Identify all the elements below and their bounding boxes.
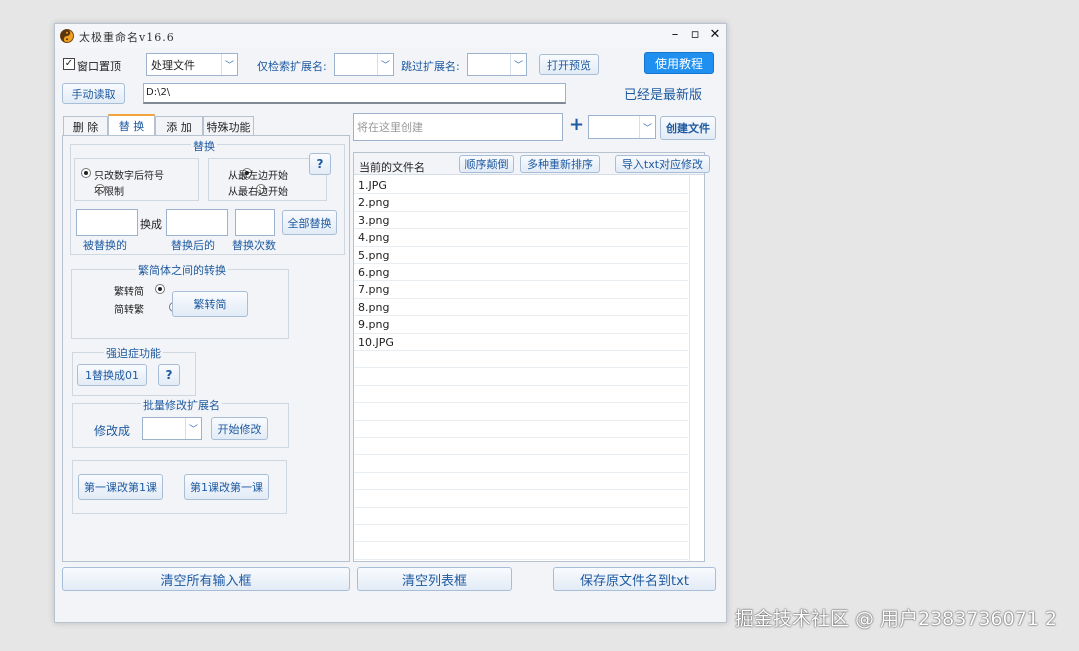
list-item[interactable]: 10.JPG	[354, 334, 688, 351]
lesson-num-to-cn-button[interactable]: 第1课改第一课	[184, 474, 269, 500]
from-left-label: 从最左边开始	[228, 171, 288, 182]
list-item[interactable]	[354, 351, 688, 369]
no-limit-label: 不限制	[94, 187, 124, 198]
reverse-order-button[interactable]: 顺序颠倒	[459, 155, 514, 173]
list-item[interactable]: 4.png	[354, 229, 688, 247]
close-icon[interactable]: ✕	[707, 27, 723, 43]
trad-to-simp-label: 繁转简	[114, 287, 144, 298]
list-item[interactable]	[354, 368, 688, 386]
list-item[interactable]: 1.JPG	[354, 177, 688, 195]
ext-select[interactable]: ﹀	[142, 417, 202, 440]
import-txt-button[interactable]: 导入txt对应修改	[615, 155, 710, 173]
path-field[interactable]: D:\2\	[143, 83, 566, 104]
replace-all-button[interactable]: 全部替换	[282, 210, 337, 235]
replace-group-title: 替换	[191, 138, 217, 154]
change-to-ext-label: 修改成	[94, 424, 131, 438]
ocd-title: 强迫症功能	[104, 345, 163, 361]
list-item[interactable]	[354, 421, 688, 438]
trad-to-simp-radio[interactable]	[155, 284, 165, 294]
taiji-logo-icon	[60, 29, 74, 43]
list-item[interactable]	[354, 508, 688, 525]
convert-button[interactable]: 繁转简	[172, 291, 248, 317]
chevron-down-icon: ﹀	[185, 418, 201, 439]
digits-only-radio[interactable]	[81, 168, 91, 178]
mode-select-value: 处理文件	[151, 58, 195, 72]
list-item[interactable]	[354, 403, 688, 421]
tab-add[interactable]: 添 加	[155, 116, 203, 136]
chevron-down-icon: ﹀	[639, 116, 655, 138]
chevron-down-icon: ﹀	[221, 54, 237, 75]
list-item[interactable]	[354, 490, 688, 508]
open-preview-button[interactable]: 打开预览	[539, 54, 599, 75]
from-right-label: 从最右边开始	[228, 187, 288, 198]
create-ext-select[interactable]: ﹀	[588, 115, 656, 139]
scrollbar-track[interactable]	[689, 175, 690, 561]
tab-replace[interactable]: 替 换	[108, 114, 155, 136]
list-item[interactable]: 2.png	[354, 194, 688, 212]
only-ext-select[interactable]: ﹀	[334, 53, 394, 76]
ocd-help-button[interactable]: ?	[158, 364, 180, 386]
replace-times-input[interactable]	[235, 209, 275, 236]
minimize-icon[interactable]: –	[667, 27, 683, 43]
window-title: 太极重命名v16.6	[79, 31, 175, 44]
list-item[interactable]	[354, 455, 688, 473]
list-item[interactable]	[354, 542, 688, 560]
always-on-top-label: 窗口置顶	[77, 60, 121, 73]
list-item[interactable]	[354, 438, 688, 456]
skip-ext-select[interactable]: ﹀	[467, 53, 527, 76]
replacement-text-input[interactable]	[166, 209, 228, 236]
maximize-icon[interactable]: ▫	[687, 27, 703, 43]
mode-select[interactable]: 处理文件 ﹀	[146, 53, 238, 76]
pad-zero-button[interactable]: 1替换成01	[77, 364, 147, 386]
chevron-down-icon: ﹀	[510, 54, 526, 75]
list-item[interactable]: 5.png	[354, 247, 688, 264]
clear-list-button[interactable]: 清空列表框	[357, 567, 512, 591]
replaced-text-input[interactable]	[76, 209, 138, 236]
title-bar: 太极重命名v16.6 – ▫ ✕	[55, 24, 726, 48]
change-to-label: 换成	[140, 218, 162, 231]
skip-ext-label: 跳过扩展名:	[401, 60, 460, 73]
list-item[interactable]	[354, 473, 688, 491]
watermark: 掘金技术社区 @ 用户2383736071 2	[734, 608, 1057, 630]
list-item[interactable]: 9.png	[354, 316, 688, 334]
current-filename-header: 当前的文件名	[359, 161, 425, 174]
start-change-ext-button[interactable]: 开始修改	[211, 417, 268, 440]
manual-read-button[interactable]: 手动读取	[62, 83, 125, 104]
create-file-button[interactable]: 创建文件	[660, 116, 716, 140]
tab-special[interactable]: 特殊功能	[203, 116, 254, 136]
after-label: 替换后的	[171, 239, 215, 252]
plus-icon: +	[569, 114, 585, 135]
list-item[interactable]: 3.png	[354, 212, 688, 230]
only-ext-label: 仅检索扩展名:	[257, 60, 327, 73]
left-panel: 替换 只改数字后符号 不限制 从最左边开始 从最右边开始 ? 换成 全部替换 被…	[62, 135, 350, 562]
list-item[interactable]: 8.png	[354, 299, 688, 317]
conversion-title: 繁简体之间的转换	[136, 262, 228, 278]
lesson-cn-to-num-button[interactable]: 第一课改第1课	[78, 474, 163, 500]
save-filenames-button[interactable]: 保存原文件名到txt	[553, 567, 716, 591]
batch-ext-title: 批量修改扩展名	[141, 397, 222, 413]
app-window: 太极重命名v16.6 – ▫ ✕ ✓ 窗口置顶 处理文件 ﹀ 仅检索扩展名: ﹀…	[54, 23, 727, 623]
create-name-input[interactable]: 将在这里创建	[353, 113, 563, 141]
file-list[interactable]: 当前的文件名 顺序颠倒 多种重新排序 导入txt对应修改 1.JPG 2.png 3…	[353, 152, 710, 562]
tab-delete[interactable]: 删 除	[63, 116, 108, 136]
times-label: 替换次数	[232, 239, 276, 252]
chevron-down-icon: ﹀	[377, 54, 393, 75]
list-item[interactable]: 6.png	[354, 264, 688, 282]
clear-inputs-button[interactable]: 清空所有输入框	[62, 567, 350, 591]
tutorial-button[interactable]: 使用教程	[644, 52, 714, 74]
list-item[interactable]	[354, 525, 688, 543]
replace-help-button[interactable]: ?	[309, 153, 331, 175]
always-on-top-checkbox[interactable]: ✓	[63, 58, 75, 70]
resort-button[interactable]: 多种重新排序	[520, 155, 600, 173]
version-status: 已经是最新版	[624, 88, 703, 103]
digits-only-label: 只改数字后符号	[94, 171, 164, 182]
list-item[interactable]	[354, 386, 688, 404]
list-item[interactable]: 7.png	[354, 281, 688, 299]
file-rows: 1.JPG 2.png 3.png 4.png 5.png 6.png 7.png 8.png…	[354, 177, 688, 561]
simp-to-trad-label: 简转繁	[114, 305, 144, 316]
replaced-label: 被替换的	[83, 239, 127, 252]
